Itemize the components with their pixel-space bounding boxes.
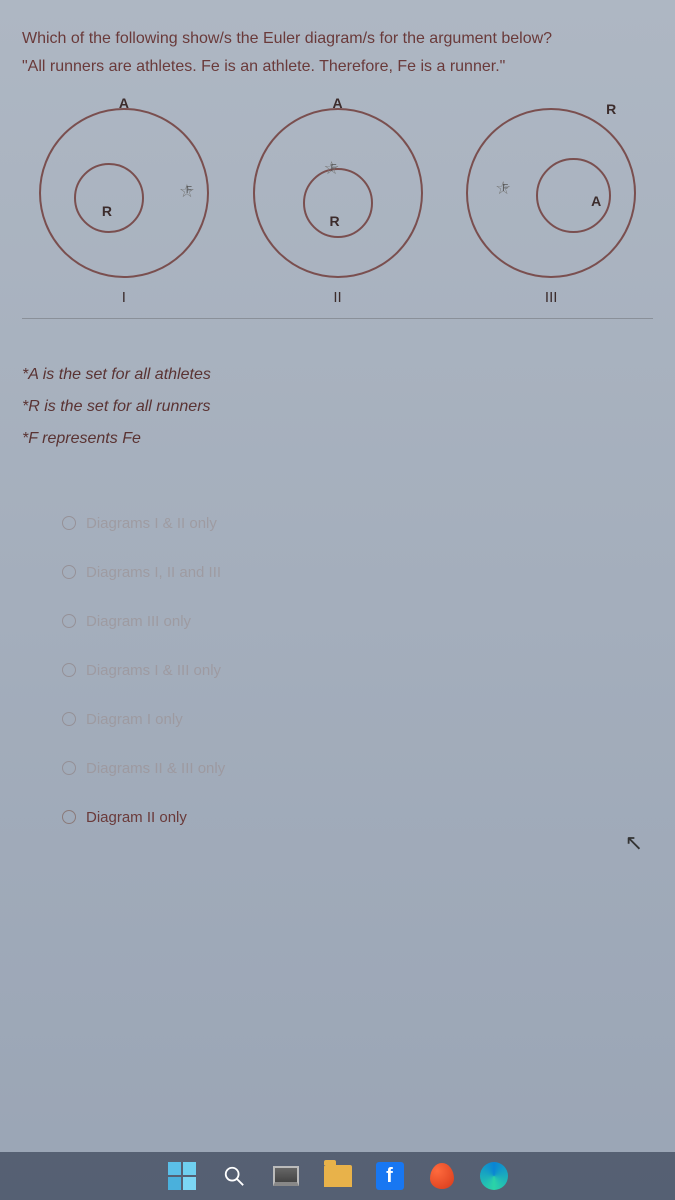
facebook-icon: f (376, 1162, 404, 1190)
question-line-1: Which of the following show/s the Euler … (22, 28, 653, 50)
edge-icon (480, 1162, 508, 1190)
legend-f: *F represents Fe (22, 423, 653, 455)
diagram-2-inner-label: R (330, 213, 340, 229)
search-button[interactable] (219, 1161, 249, 1191)
diagram-2: A R ☆ F II (236, 103, 440, 306)
diagram-3-star-label: F (502, 183, 508, 194)
question-line-2: "All runners are athletes. Fe is an athl… (22, 56, 653, 78)
option-1-label: Diagrams I & II only (86, 515, 217, 532)
diagram-2-roman: II (333, 289, 341, 306)
diagram-1-outer-label: A (119, 95, 129, 111)
option-4-label: Diagrams I & III only (86, 662, 221, 679)
option-3-label: Diagram III only (86, 613, 191, 630)
facebook-button[interactable]: f (375, 1161, 405, 1191)
diagram-3-inner-label: A (591, 193, 601, 209)
app-icon (430, 1163, 454, 1189)
option-1[interactable]: Diagrams I & II only (62, 515, 653, 532)
legend-a: *A is the set for all athletes (22, 359, 653, 391)
option-5[interactable]: Diagram I only (62, 711, 653, 728)
option-2-label: Diagrams I, II and III (86, 564, 221, 581)
search-icon (223, 1165, 245, 1187)
option-2[interactable]: Diagrams I, II and III (62, 564, 653, 581)
option-6[interactable]: Diagrams II & III only (62, 760, 653, 777)
diagram-3-outer-label: R (606, 101, 616, 117)
diagram-1-inner-label: R (102, 203, 112, 219)
diagram-3-roman: III (545, 289, 558, 306)
windows-icon (168, 1162, 196, 1190)
radio-icon (62, 565, 76, 579)
answer-options: Diagrams I & II only Diagrams I, II and … (22, 515, 653, 826)
diagram-1-roman: I (122, 289, 126, 306)
app-button[interactable] (427, 1161, 457, 1191)
diagram-2-outer-label: A (333, 95, 343, 111)
radio-icon (62, 810, 76, 824)
radio-icon (62, 614, 76, 628)
folder-icon (324, 1165, 352, 1187)
diagram-1: A R ☆ F I (22, 103, 226, 306)
start-button[interactable] (167, 1161, 197, 1191)
task-view-icon (273, 1166, 299, 1186)
euler-diagrams-row: A R ☆ F I A R ☆ F II R (22, 103, 653, 306)
divider (22, 318, 653, 319)
option-6-label: Diagrams II & III only (86, 760, 225, 777)
radio-icon (62, 663, 76, 677)
edge-button[interactable] (479, 1161, 509, 1191)
cursor-icon: ↖ (625, 830, 643, 856)
task-view-button[interactable] (271, 1161, 301, 1191)
legend: *A is the set for all athletes *R is the… (22, 359, 653, 455)
radio-icon (62, 516, 76, 530)
radio-icon (62, 761, 76, 775)
diagram-1-star-label: F (186, 185, 192, 196)
diagram-2-star-label: F (331, 163, 337, 174)
taskbar: f (0, 1152, 675, 1200)
option-7-label: Diagram II only (86, 809, 187, 826)
file-explorer-button[interactable] (323, 1161, 353, 1191)
diagram-3: R A ☆ F III (449, 103, 653, 306)
option-4[interactable]: Diagrams I & III only (62, 662, 653, 679)
option-5-label: Diagram I only (86, 711, 183, 728)
option-7[interactable]: Diagram II only (62, 809, 653, 826)
legend-r: *R is the set for all runners (22, 391, 653, 423)
radio-icon (62, 712, 76, 726)
option-3[interactable]: Diagram III only (62, 613, 653, 630)
question-text: Which of the following show/s the Euler … (22, 28, 653, 79)
